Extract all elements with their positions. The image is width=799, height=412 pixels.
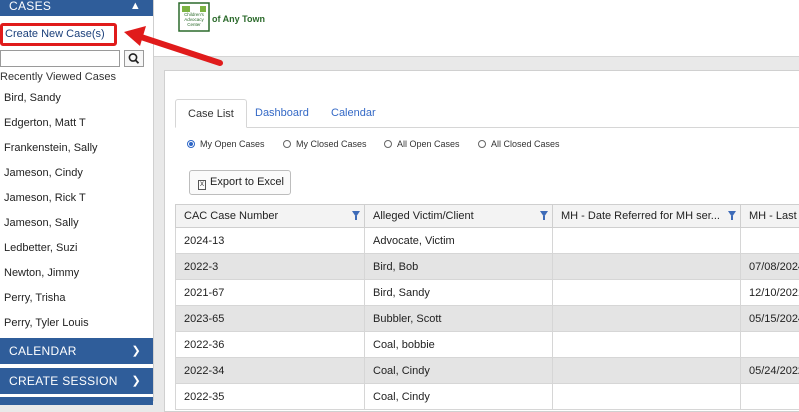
cell-mh-last: [741, 332, 799, 358]
export-to-excel-button[interactable]: X Export to Excel: [189, 170, 291, 195]
radio-label: All Open Cases: [397, 139, 460, 149]
radio-dot: [283, 140, 291, 148]
chevron-down-icon: ❯: [131, 338, 141, 364]
case-search-input[interactable]: [0, 50, 120, 67]
column-header-mh-date-referred[interactable]: MH - Date Referred for MH ser...: [553, 205, 741, 228]
column-header-label: CAC Case Number: [184, 210, 278, 222]
filter-icon[interactable]: [728, 211, 736, 217]
recent-case-item[interactable]: Newton, Jimmy: [0, 261, 150, 286]
table-row[interactable]: 2022-3 Bird, Bob 07/08/2024: [176, 254, 799, 280]
recent-case-item[interactable]: Edgerton, Matt T: [0, 111, 150, 136]
sidebar-next-header[interactable]: [0, 397, 153, 405]
radio-all-open-cases[interactable]: All Open Cases: [384, 139, 460, 149]
recent-case-item[interactable]: Bird, Sandy: [0, 86, 150, 111]
excel-icon: X: [198, 180, 206, 190]
tab-case-list[interactable]: Case List: [175, 99, 247, 128]
table-row[interactable]: 2022-36 Coal, bobbie: [176, 332, 799, 358]
tab-calendar[interactable]: Calendar: [319, 99, 388, 127]
radio-my-open-cases[interactable]: My Open Cases: [187, 139, 265, 149]
create-session-header[interactable]: CREATE SESSION ❯: [0, 368, 153, 394]
recent-case-item[interactable]: Jameson, Cindy: [0, 161, 150, 186]
cell-case-number[interactable]: 2023-65: [176, 306, 365, 332]
annotation-arrow-icon: [118, 24, 228, 70]
recent-case-item[interactable]: Perry, Trisha: [0, 286, 150, 311]
cell-case-number[interactable]: 2022-34: [176, 358, 365, 384]
radio-dot: [478, 140, 486, 148]
cases-header-label: CASES: [9, 0, 51, 13]
app-header: Children's Advocacy Center of Any Town: [154, 0, 799, 57]
chevron-up-icon: ▲: [130, 0, 141, 18]
cell-victim: Bird, Sandy: [365, 280, 553, 306]
cell-mh-date-referred: [553, 306, 741, 332]
column-header-mh-last[interactable]: MH - Last S: [741, 205, 799, 228]
create-session-header-label: CREATE SESSION: [9, 374, 118, 388]
radio-dot: [384, 140, 392, 148]
cell-mh-date-referred: [553, 280, 741, 306]
tab-bar: Case List Dashboard Calendar: [175, 99, 799, 128]
cell-victim: Bubbler, Scott: [365, 306, 553, 332]
column-header-case-number[interactable]: CAC Case Number: [176, 205, 365, 228]
cell-case-number[interactable]: 2024-13: [176, 228, 365, 254]
cell-mh-date-referred: [553, 254, 741, 280]
recent-cases-list: Bird, Sandy Edgerton, Matt T Frankenstei…: [0, 86, 150, 336]
column-header-label: MH - Date Referred for MH ser...: [561, 210, 720, 222]
recent-case-item[interactable]: Jameson, Sally: [0, 211, 150, 236]
cell-mh-date-referred: [553, 358, 741, 384]
table-header-row: CAC Case Number Alleged Victim/Client MH…: [176, 205, 799, 228]
chevron-down-icon: ❯: [131, 368, 141, 394]
cases-header[interactable]: CASES ▲: [0, 0, 153, 16]
export-label: Export to Excel: [210, 176, 284, 188]
logo-town-text: of Any Town: [212, 14, 265, 24]
table-row[interactable]: 2022-34 Coal, Cindy 05/24/2022: [176, 358, 799, 384]
cell-mh-date-referred: [553, 332, 741, 358]
filter-icon[interactable]: [540, 211, 548, 217]
cell-mh-last: [741, 228, 799, 254]
cell-victim: Coal, Cindy: [365, 358, 553, 384]
cell-mh-date-referred: [553, 228, 741, 254]
cell-mh-last: 12/10/2021: [741, 280, 799, 306]
cell-case-number[interactable]: 2022-36: [176, 332, 365, 358]
case-table: CAC Case Number Alleged Victim/Client MH…: [175, 204, 799, 410]
cell-victim: Bird, Bob: [365, 254, 553, 280]
radio-label: All Closed Cases: [491, 139, 560, 149]
radio-label: My Closed Cases: [296, 139, 367, 149]
tab-dashboard[interactable]: Dashboard: [243, 99, 321, 127]
recent-case-item[interactable]: Frankenstein, Sally: [0, 136, 150, 161]
calendar-header-label: CALENDAR: [9, 344, 77, 358]
radio-my-closed-cases[interactable]: My Closed Cases: [283, 139, 367, 149]
table-row[interactable]: 2024-13 Advocate, Victim: [176, 228, 799, 254]
table-row[interactable]: 2021-67 Bird, Sandy 12/10/2021: [176, 280, 799, 306]
radio-dot: [187, 140, 195, 148]
table-row[interactable]: 2023-65 Bubbler, Scott 05/15/2024: [176, 306, 799, 332]
cell-mh-last: 05/24/2022: [741, 358, 799, 384]
column-header-victim[interactable]: Alleged Victim/Client: [365, 205, 553, 228]
cell-case-number[interactable]: 2022-35: [176, 384, 365, 410]
radio-all-closed-cases[interactable]: All Closed Cases: [478, 139, 560, 149]
filter-icon[interactable]: [352, 211, 360, 217]
recent-case-item[interactable]: Perry, Tyler Louis: [0, 311, 150, 336]
cell-victim: Coal, bobbie: [365, 332, 553, 358]
main-panel: Case List Dashboard Calendar My Open Cas…: [164, 70, 799, 412]
column-header-label: MH - Last S: [749, 210, 799, 222]
cell-victim: Advocate, Victim: [365, 228, 553, 254]
cell-victim: Coal, Cindy: [365, 384, 553, 410]
cell-mh-last: [741, 384, 799, 410]
create-new-case-link[interactable]: Create New Case(s): [0, 23, 117, 46]
radio-label: My Open Cases: [200, 139, 265, 149]
cell-mh-date-referred: [553, 384, 741, 410]
table-row[interactable]: 2022-35 Coal, Cindy: [176, 384, 799, 410]
cell-case-number[interactable]: 2021-67: [176, 280, 365, 306]
calendar-header[interactable]: CALENDAR ❯: [0, 338, 153, 364]
cell-mh-last: 07/08/2024: [741, 254, 799, 280]
recently-viewed-title: Recently Viewed Cases: [0, 71, 116, 83]
cell-case-number[interactable]: 2022-3: [176, 254, 365, 280]
cell-mh-last: 05/15/2024: [741, 306, 799, 332]
column-header-label: Alleged Victim/Client: [373, 210, 474, 222]
recent-case-item[interactable]: Jameson, Rick T: [0, 186, 150, 211]
recent-case-item[interactable]: Ledbetter, Suzi: [0, 236, 150, 261]
